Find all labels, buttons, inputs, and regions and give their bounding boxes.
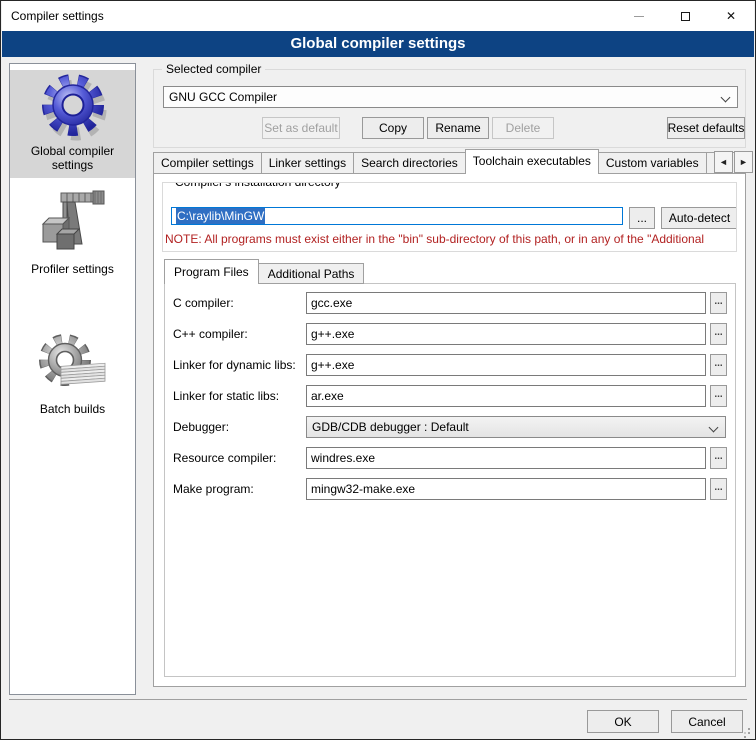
compiler-tabs: Compiler settings Linker settings Search… [153,149,738,174]
c-compiler-browse-button[interactable]: ... [710,292,727,314]
tab-additional-paths[interactable]: Additional Paths [258,263,365,284]
resource-compiler-value: windres.exe [311,451,375,465]
resource-compiler-label: Resource compiler: [173,447,276,469]
bin-subdirectory-note: NOTE: All programs must exist either in … [165,232,737,246]
blue-gear-icon [37,70,109,142]
copy-button[interactable]: Copy [362,117,424,139]
cpp-compiler-input[interactable]: g++.exe [306,323,706,345]
selected-compiler-dropdown[interactable]: GNU GCC Compiler [163,86,738,108]
tab-scroll-left-icon: ◄ [719,157,728,167]
tab-toolchain-executables[interactable]: Toolchain executables [465,149,599,174]
c-compiler-value: gcc.exe [311,296,352,310]
delete-button[interactable]: Delete [492,117,554,139]
sidebar-item-label: Profiler settings [10,262,135,282]
linker-dynamic-value: g++.exe [311,358,354,372]
selected-compiler-value: GNU GCC Compiler [169,90,277,104]
linker-static-label: Linker for static libs: [173,385,279,407]
sidebar-item-label: Global compiler settings [10,144,135,178]
installation-directory-group: Compiler's installation directory C:\ray… [162,182,737,252]
window-title: Compiler settings [2,9,104,23]
linker-static-value: ar.exe [311,389,344,403]
sidebar-item-profiler-settings[interactable]: Profiler settings [10,188,135,282]
minimize-button[interactable] [616,1,662,31]
chevron-down-icon [721,93,731,103]
sidebar-item-batch-builds[interactable]: Batch builds [10,328,135,422]
debugger-value: GDB/CDB debugger : Default [312,420,469,434]
c-compiler-label: C compiler: [173,292,234,314]
grey-gear-stack-icon [37,328,109,400]
resource-compiler-browse-button[interactable]: ... [710,447,727,469]
sidebar-item-global-compiler-settings[interactable]: Global compiler settings [10,70,135,178]
tab-scroll-buttons: ◄ ► [713,151,753,173]
tab-custom-variables[interactable]: Custom variables [598,152,707,174]
chevron-down-icon [709,423,719,433]
linker-dynamic-browse-button[interactable]: ... [710,354,727,376]
make-program-input[interactable]: mingw32-make.exe [306,478,706,500]
cpp-compiler-value: g++.exe [311,327,354,341]
titlebar[interactable]: Compiler settings ✕ [2,1,754,31]
program-files-tabs: Program Files Additional Paths [164,259,363,284]
tab-compiler-settings[interactable]: Compiler settings [153,152,262,174]
rename-button[interactable]: Rename [427,117,489,139]
auto-detect-button[interactable]: Auto-detect [661,207,737,229]
tab-scroll-right-button[interactable]: ► [734,151,753,173]
toolchain-executables-panel: Compiler's installation directory C:\ray… [153,173,746,687]
linker-dynamic-input[interactable]: g++.exe [306,354,706,376]
reset-defaults-button[interactable]: Reset defaults [667,117,745,139]
debugger-label: Debugger: [173,416,229,438]
close-button[interactable]: ✕ [708,1,754,31]
tab-scroll-right-icon: ► [739,157,748,167]
footer-divider [9,699,747,700]
cancel-button[interactable]: Cancel [671,710,743,733]
installation-directory-group-label: Compiler's installation directory [171,182,345,189]
minimize-icon [634,16,644,17]
settings-category-list: Global compiler settings Profiler settin… [9,63,136,695]
browse-directory-button[interactable]: ... [629,207,655,229]
make-program-label: Make program: [173,478,254,500]
cpp-compiler-browse-button[interactable]: ... [710,323,727,345]
make-program-browse-button[interactable]: ... [710,478,727,500]
resize-grip[interactable] [739,723,751,735]
debugger-dropdown[interactable]: GDB/CDB debugger : Default [306,416,726,438]
sidebar-item-label: Batch builds [10,402,135,422]
window-controls: ✕ [616,1,754,31]
compiler-settings-dialog: Compiler settings ✕ Global compiler sett… [0,0,756,740]
resource-compiler-input[interactable]: windres.exe [306,447,706,469]
close-icon: ✕ [726,10,736,22]
c-compiler-input[interactable]: gcc.exe [306,292,706,314]
dialog-header: Global compiler settings [2,31,754,57]
caliper-icon [37,188,109,260]
selected-compiler-group: Selected compiler GNU GCC Compiler Set a… [153,69,746,148]
installation-directory-input[interactable]: C:\raylib\MinGW [171,207,623,225]
linker-static-input[interactable]: ar.exe [306,385,706,407]
installation-directory-value: C:\raylib\MinGW [176,208,265,224]
tab-scroll-left-button[interactable]: ◄ [714,151,733,173]
set-as-default-button[interactable]: Set as default [262,117,340,139]
maximize-icon [681,12,690,21]
linker-dynamic-label: Linker for dynamic libs: [173,354,296,376]
linker-static-browse-button[interactable]: ... [710,385,727,407]
make-program-value: mingw32-make.exe [311,482,415,496]
program-files-page: C compiler: gcc.exe ... C++ compiler: g+… [164,283,736,677]
ok-button[interactable]: OK [587,710,659,733]
tab-linker-settings[interactable]: Linker settings [261,152,354,174]
selected-compiler-group-label: Selected compiler [162,62,265,76]
tab-program-files[interactable]: Program Files [164,259,259,284]
tab-search-directories[interactable]: Search directories [353,152,466,174]
cpp-compiler-label: C++ compiler: [173,323,248,345]
maximize-button[interactable] [662,1,708,31]
